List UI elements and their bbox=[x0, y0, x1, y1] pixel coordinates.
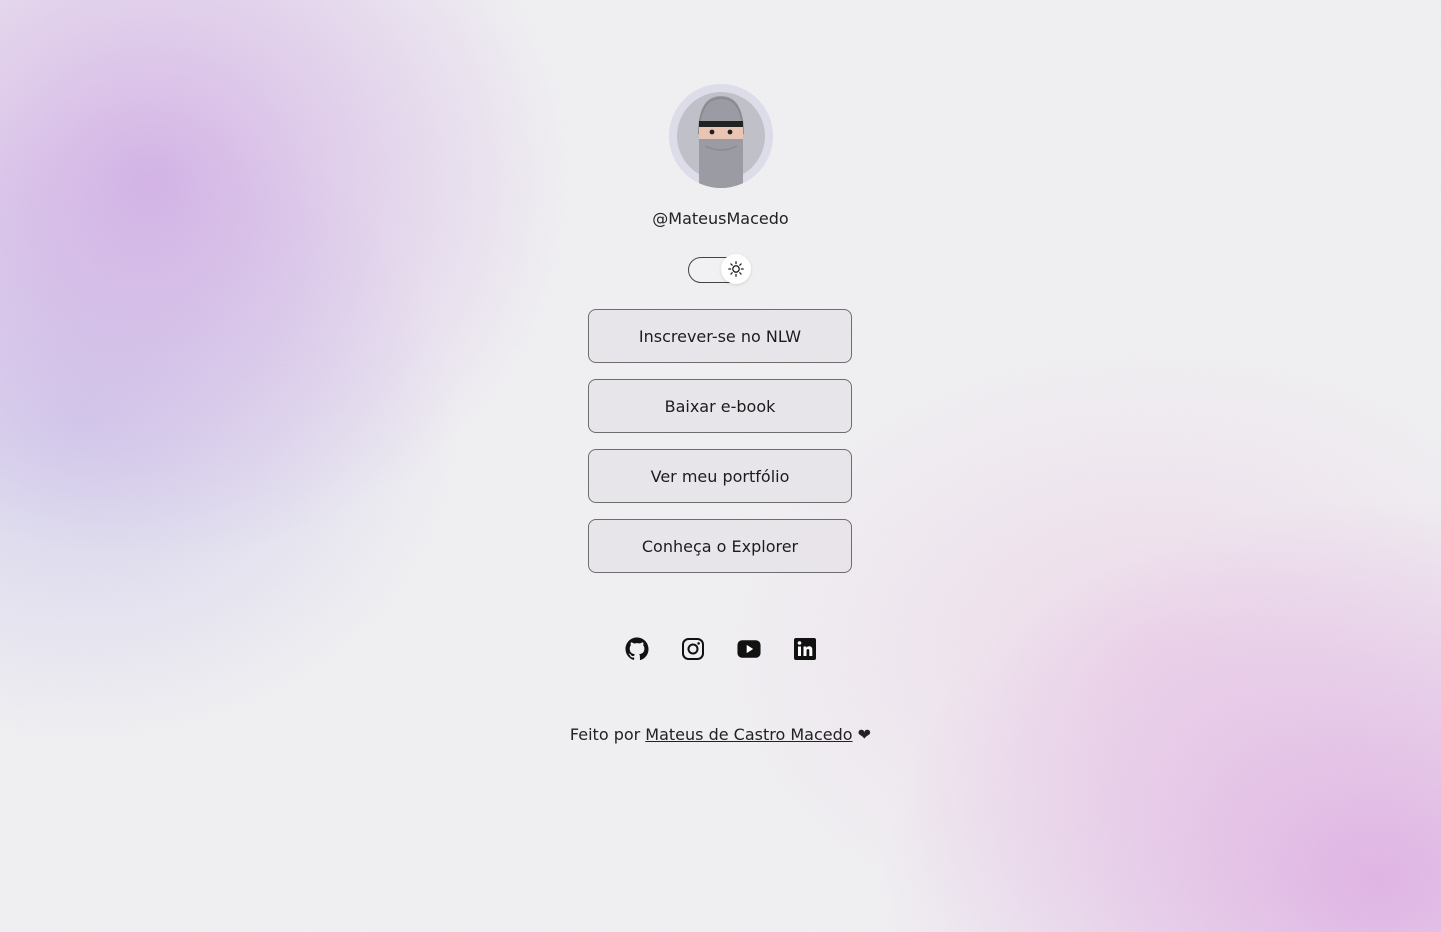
sun-icon bbox=[728, 261, 744, 277]
linkedin-link[interactable] bbox=[793, 636, 817, 662]
youtube-icon bbox=[736, 640, 761, 658]
link-explorer-button[interactable]: Conheça o Explorer bbox=[588, 519, 852, 573]
heart-icon: ❤ bbox=[857, 725, 872, 744]
link-portfolio-button[interactable]: Ver meu portfólio bbox=[588, 449, 852, 503]
profile-section: @MateusMacedo bbox=[0, 84, 1441, 228]
link-nlw-button[interactable]: Inscrever-se no NLW bbox=[588, 309, 852, 363]
instagram-link[interactable] bbox=[681, 636, 705, 662]
youtube-link[interactable] bbox=[736, 636, 761, 662]
switch-thumb[interactable] bbox=[721, 254, 751, 284]
github-link[interactable] bbox=[625, 636, 649, 662]
page-container: @MateusMacedo Inscrever-se no NLW Baixar… bbox=[0, 0, 1441, 932]
footer: Feito por Mateus de Castro Macedo ❤ bbox=[0, 725, 1441, 744]
social-links bbox=[0, 636, 1441, 662]
username: @MateusMacedo bbox=[652, 209, 789, 228]
avatar bbox=[668, 84, 773, 188]
link-ebook-button[interactable]: Baixar e-book bbox=[588, 379, 852, 433]
linkedin-icon bbox=[793, 638, 816, 660]
theme-switch[interactable] bbox=[688, 254, 751, 284]
footer-prefix: Feito por bbox=[569, 725, 646, 744]
footer-author-link[interactable]: Mateus de Castro Macedo bbox=[645, 725, 852, 744]
ninja-avatar-icon bbox=[668, 84, 773, 188]
links-list: Inscrever-se no NLW Baixar e-book Ver me… bbox=[588, 309, 852, 589]
github-icon bbox=[625, 637, 649, 661]
instagram-icon bbox=[681, 638, 704, 660]
